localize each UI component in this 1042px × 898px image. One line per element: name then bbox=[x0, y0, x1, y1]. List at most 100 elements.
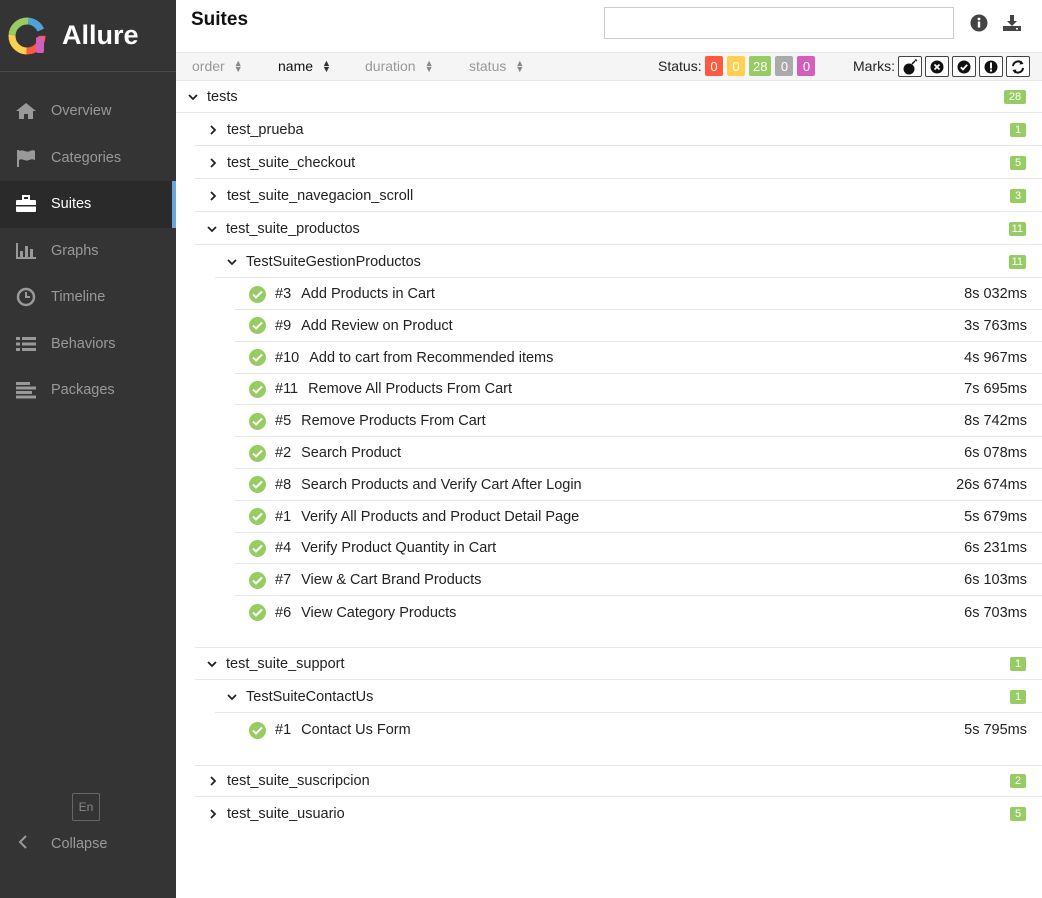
count-badge: 1 bbox=[1010, 689, 1026, 704]
passed-check-icon bbox=[249, 539, 266, 557]
status-broken-toggle[interactable]: 0 bbox=[727, 56, 745, 76]
sort-duration[interactable]: duration ▲ ▼ bbox=[365, 58, 434, 74]
sidebar-item-categories[interactable]: Categories bbox=[0, 135, 176, 182]
tree-root-tests[interactable]: tests 28 bbox=[176, 81, 1042, 113]
count-badge: 2 bbox=[1010, 774, 1026, 788]
info-icon[interactable] bbox=[969, 13, 989, 33]
sort-order[interactable]: order ▲ ▼ bbox=[192, 58, 243, 74]
chevron-right-icon bbox=[206, 776, 220, 786]
chevron-right-icon bbox=[206, 809, 220, 819]
count-badge: 1 bbox=[1010, 656, 1026, 671]
test-name: Add Review on Product bbox=[301, 317, 453, 334]
status-unknown-toggle[interactable]: 0 bbox=[797, 56, 816, 76]
download-icon[interactable] bbox=[1002, 13, 1022, 33]
bar-chart-icon bbox=[14, 241, 38, 261]
test-duration: 3s 763ms bbox=[964, 317, 1027, 334]
test-row[interactable]: #9 Add Review on Product 3s 763ms bbox=[235, 311, 1042, 342]
new-passed-icon[interactable] bbox=[952, 56, 976, 77]
test-number: #8 bbox=[275, 476, 292, 493]
sort-arrows-icon: ▲ ▼ bbox=[424, 58, 434, 74]
list-icon bbox=[14, 334, 38, 354]
test-row[interactable]: #8 Search Products and Verify Cart After … bbox=[235, 470, 1042, 501]
sidebar-item-timeline[interactable]: Timeline bbox=[0, 274, 176, 321]
tree-group-row[interactable]: TestSuiteGestionProductos 11 bbox=[215, 246, 1042, 278]
sidebar-item-graphs[interactable]: Graphs bbox=[0, 228, 176, 275]
test-duration: 7s 695ms bbox=[964, 381, 1027, 398]
test-row[interactable]: #1 Verify All Products and Product Detail… bbox=[235, 502, 1042, 533]
sort-name[interactable]: name ▲ ▼ bbox=[278, 58, 331, 74]
status-passed-toggle[interactable]: 28 bbox=[749, 56, 772, 76]
sort-status[interactable]: status ▲ ▼ bbox=[469, 58, 524, 74]
search-input[interactable] bbox=[604, 7, 954, 39]
sidebar-item-label: Categories bbox=[51, 149, 122, 166]
test-number: #5 bbox=[275, 413, 292, 430]
test-row[interactable]: #1 Contact Us Form 5s 795ms bbox=[235, 714, 1042, 746]
status-skipped-toggle[interactable]: 0 bbox=[775, 56, 794, 76]
passed-check-icon bbox=[249, 285, 266, 303]
retries-icon[interactable] bbox=[1006, 56, 1030, 77]
tree-group-row[interactable]: test_suite_navegacion_scroll 3 bbox=[195, 180, 1042, 212]
test-duration: 6s 103ms bbox=[964, 572, 1027, 589]
test-row[interactable]: #11 Remove All Products From Cart 7s 695ms bbox=[235, 374, 1042, 406]
sidebar-item-label: Timeline bbox=[51, 289, 106, 306]
passed-check-icon bbox=[249, 571, 266, 589]
chevron-down-icon bbox=[205, 225, 219, 233]
test-name: Add to cart from Recommended items bbox=[309, 349, 554, 366]
group-name: test_suite_support bbox=[226, 655, 345, 672]
sort-arrows-icon: ▲ ▼ bbox=[322, 58, 331, 74]
sidebar-item-packages[interactable]: Packages bbox=[0, 367, 176, 414]
chevron-right-icon bbox=[206, 157, 220, 168]
test-name: Verify Product Quantity in Cart bbox=[301, 540, 497, 557]
test-name: View & Cart Brand Products bbox=[301, 572, 482, 589]
test-row[interactable]: #5 Remove Products From Cart 8s 742ms bbox=[235, 406, 1042, 438]
passed-check-icon bbox=[249, 444, 266, 462]
test-number: #11 bbox=[275, 381, 299, 398]
tree-group-row[interactable]: test_suite_suscripcion 2 bbox=[195, 765, 1042, 797]
collapse-button[interactable]: Collapse bbox=[0, 830, 107, 858]
test-row[interactable]: #2 Search Product 6s 078ms bbox=[235, 438, 1042, 469]
tree-group-row[interactable]: TestSuiteContactUs 1 bbox=[215, 681, 1042, 713]
tree-group-row[interactable]: test_suite_checkout 5 bbox=[195, 147, 1042, 179]
sort-label: name bbox=[278, 58, 314, 74]
briefcase-icon bbox=[14, 194, 38, 214]
count-badge: 28 bbox=[1004, 89, 1026, 104]
language-button[interactable]: En bbox=[72, 793, 100, 821]
tree-toolbar: order ▲ ▼ name ▲ ▼ duration ▲ ▼ status ▲ ▼ S… bbox=[176, 52, 1042, 81]
sidebar-item-overview[interactable]: Overview bbox=[0, 88, 176, 135]
tree-group-row[interactable]: test_suite_support 1 bbox=[195, 648, 1042, 680]
sidebar-item-label: Packages bbox=[51, 382, 115, 399]
passed-check-icon bbox=[249, 604, 266, 621]
test-row[interactable]: #10 Add to cart from Recommended items 4s … bbox=[235, 343, 1042, 374]
test-name: Remove Products From Cart bbox=[301, 413, 486, 430]
group-name: test_suite_checkout bbox=[227, 154, 356, 171]
group-name: test_suite_productos bbox=[226, 220, 360, 237]
status-failed-toggle[interactable]: 0 bbox=[705, 56, 723, 76]
flaky-bomb-icon[interactable] bbox=[898, 56, 922, 77]
sidebar: Allure Overview Categories Suites Graphs bbox=[0, 0, 176, 898]
sidebar-item-behaviors[interactable]: Behaviors bbox=[0, 321, 176, 368]
count-badge: 3 bbox=[1010, 188, 1026, 203]
test-number: #1 bbox=[275, 508, 292, 525]
test-row[interactable]: #6 View Category Products 6s 703ms bbox=[235, 597, 1042, 628]
group-name: test_prueba bbox=[227, 121, 304, 138]
marks-filter bbox=[898, 56, 1030, 77]
test-number: #2 bbox=[275, 445, 292, 461]
chevron-down-icon bbox=[225, 258, 239, 266]
test-duration: 26s 674ms bbox=[956, 476, 1027, 493]
tree-group-row[interactable]: test_suite_usuario 5 bbox=[195, 798, 1042, 830]
status-filter: 0 0 28 0 0 bbox=[705, 56, 816, 76]
group-name: test_suite_navegacion_scroll bbox=[227, 187, 414, 204]
count-badge: 11 bbox=[1008, 221, 1026, 236]
brand[interactable]: Allure bbox=[0, 0, 176, 72]
tree-group-row[interactable]: test_suite_productos 11 bbox=[195, 213, 1042, 245]
test-row[interactable]: #4 Verify Product Quantity in Cart 6s 231m… bbox=[235, 533, 1042, 565]
tree-group-row[interactable]: test_prueba 1 bbox=[195, 114, 1042, 146]
new-broken-icon[interactable] bbox=[979, 56, 1003, 77]
chevron-down-icon bbox=[186, 93, 200, 101]
sidebar-item-suites[interactable]: Suites bbox=[0, 181, 176, 228]
test-name: Add Products in Cart bbox=[301, 286, 435, 302]
group-name: TestSuiteContactUs bbox=[246, 688, 374, 705]
test-row[interactable]: #7 View & Cart Brand Products 6s 103ms bbox=[235, 565, 1042, 597]
new-failed-icon[interactable] bbox=[925, 56, 949, 77]
test-row[interactable]: #3 Add Products in Cart 8s 032ms bbox=[235, 279, 1042, 310]
